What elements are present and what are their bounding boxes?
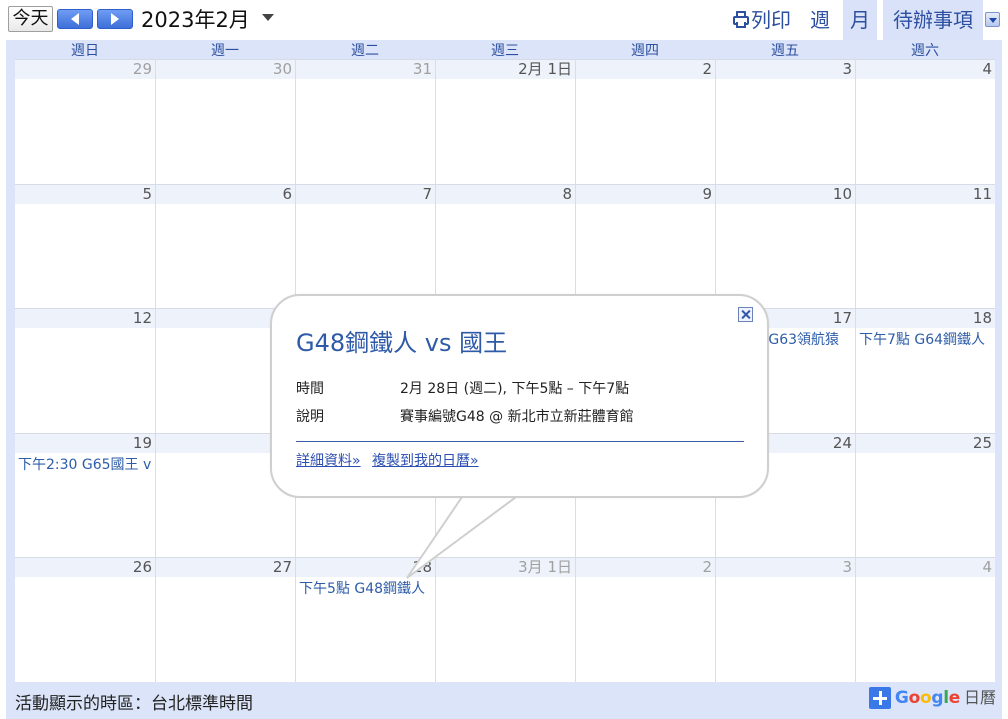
day-cell[interactable]: 11	[855, 184, 995, 309]
previous-month-button[interactable]	[57, 9, 93, 29]
calendar-event[interactable]: 下午2:30 G65國王 v	[15, 456, 155, 474]
next-month-button[interactable]	[97, 9, 133, 29]
timezone-text: 活動顯示的時區：台北標準時間	[15, 694, 253, 714]
day-cell[interactable]: 25	[855, 433, 995, 558]
day-number[interactable]: 19	[133, 434, 152, 453]
day-number[interactable]: 27	[273, 558, 292, 577]
print-label: 列印	[751, 8, 791, 32]
day-cell[interactable]: 12	[15, 309, 155, 433]
day-number[interactable]: 5	[142, 185, 152, 204]
day-cell[interactable]: 19 下午2:30 G65國王 v	[15, 433, 155, 558]
google-calendar-button[interactable]: Google 日曆	[868, 686, 996, 710]
chevron-left-icon	[71, 13, 79, 25]
day-cell[interactable]: 5	[15, 184, 155, 309]
weekday-wednesday: 週三	[491, 43, 519, 59]
weekday-tuesday: 週二	[351, 43, 379, 59]
weekday-sunday: 週日	[71, 43, 99, 59]
day-number[interactable]: 31	[413, 60, 432, 79]
day-number[interactable]: 29	[133, 60, 152, 79]
day-cell[interactable]: 10	[715, 184, 855, 309]
week-row-2: 5 6 7 8 9 10 11	[15, 183, 995, 309]
day-number[interactable]: 7	[422, 185, 432, 204]
day-number[interactable]: 2月 1日	[518, 60, 572, 79]
week-row-1: 29 30 31 2月 1日 2 3 4	[15, 59, 995, 184]
month-dropdown-icon[interactable]	[262, 14, 274, 21]
day-number[interactable]: 24	[833, 434, 852, 453]
day-cell[interactable]: 4	[855, 558, 995, 682]
popup-description-value: 賽事編號G48 @ 新北市立新莊體育館	[400, 409, 634, 425]
calendar-toolbar: 今天 2023年2月 列印 週 月 待辦事項	[0, 0, 1008, 40]
copy-to-calendar-link[interactable]: 複製到我的日曆»	[372, 453, 479, 469]
popup-description-label: 說明	[296, 409, 324, 425]
popup-divider	[296, 441, 744, 442]
day-number[interactable]: 10	[833, 185, 852, 204]
calendar-event[interactable]: 下午5點 G48鋼鐵人	[296, 580, 435, 598]
day-number[interactable]: 28	[413, 558, 432, 577]
day-number[interactable]: 17	[833, 309, 852, 328]
month-title: 2023年2月	[141, 8, 250, 32]
day-number[interactable]: 12	[133, 309, 152, 328]
popup-title: G48鋼鐵人 vs 國王	[296, 329, 508, 357]
week-row-5: 26 27 28 下午5點 G48鋼鐵人 3月 1日 2 3 4	[15, 557, 995, 682]
day-number[interactable]: 4	[982, 60, 992, 79]
weekday-saturday: 週六	[911, 43, 939, 59]
day-number[interactable]: 11	[973, 185, 992, 204]
day-cell[interactable]: 8	[435, 184, 575, 309]
calendar-footer: 活動顯示的時區：台北標準時間 Google 日曆	[6, 682, 1002, 719]
weekday-header: 週日 週一 週二 週三 週四 週五 週六	[15, 43, 995, 59]
day-cell[interactable]: 3	[715, 60, 855, 184]
popup-time-value: 2月 28日 (週二), 下午5點 – 下午7點	[400, 381, 630, 397]
weekday-thursday: 週四	[631, 43, 659, 59]
day-cell[interactable]: 29	[15, 60, 155, 184]
day-number[interactable]: 25	[973, 434, 992, 453]
printer-icon	[733, 11, 749, 29]
tab-agenda[interactable]: 待辦事項	[883, 0, 983, 40]
event-popup: G48鋼鐵人 vs 國王 時間 2月 28日 (週二), 下午5點 – 下午7點…	[270, 294, 769, 498]
day-cell[interactable]: 3	[715, 558, 855, 682]
view-dropdown-icon[interactable]	[985, 12, 1000, 27]
popup-time-label: 時間	[296, 381, 324, 397]
day-number[interactable]: 8	[562, 185, 572, 204]
weekday-monday: 週一	[211, 43, 239, 59]
day-number[interactable]: 3	[842, 60, 852, 79]
day-cell[interactable]: 7	[295, 184, 435, 309]
chevron-right-icon	[111, 13, 119, 25]
weekday-friday: 週五	[771, 43, 799, 59]
day-cell[interactable]: 27	[155, 558, 295, 682]
day-cell[interactable]: 2月 1日	[435, 60, 575, 184]
day-number[interactable]: 18	[973, 309, 992, 328]
day-cell[interactable]: 2	[575, 558, 715, 682]
tab-month[interactable]: 月	[843, 0, 877, 40]
day-cell[interactable]: 31	[295, 60, 435, 184]
day-number[interactable]: 6	[282, 185, 292, 204]
day-number[interactable]: 9	[702, 185, 712, 204]
plus-icon	[868, 687, 891, 709]
details-link[interactable]: 詳細資料»	[296, 453, 361, 469]
day-cell[interactable]: 18 下午7點 G64鋼鐵人	[855, 309, 995, 433]
day-cell[interactable]: 28 下午5點 G48鋼鐵人	[295, 558, 435, 682]
day-cell[interactable]: 6	[155, 184, 295, 309]
tab-week[interactable]: 週	[803, 0, 837, 40]
day-cell[interactable]: 30	[155, 60, 295, 184]
day-cell[interactable]: 3月 1日	[435, 558, 575, 682]
day-number[interactable]: 26	[133, 558, 152, 577]
day-number[interactable]: 2	[702, 558, 712, 577]
day-cell[interactable]: 2	[575, 60, 715, 184]
google-logo: Google	[894, 688, 960, 708]
day-number[interactable]: 2	[702, 60, 712, 79]
day-cell[interactable]: 4	[855, 60, 995, 184]
day-number[interactable]: 4	[982, 558, 992, 577]
popup-links: 詳細資料» 複製到我的日曆»	[296, 452, 486, 470]
calendar-event[interactable]: 下午7點 G64鋼鐵人	[856, 331, 995, 349]
calendar-label: 日曆	[963, 688, 996, 707]
day-number[interactable]: 3	[842, 558, 852, 577]
day-cell[interactable]: 9	[575, 184, 715, 309]
day-cell[interactable]: 26	[15, 558, 155, 682]
today-button[interactable]: 今天	[8, 6, 53, 32]
day-number[interactable]: 30	[273, 60, 292, 79]
calendar-app: 今天 2023年2月 列印 週 月 待辦事項 週日 週一 週二 週三 週四 週五…	[0, 0, 1008, 719]
day-number[interactable]: 3月 1日	[518, 558, 572, 577]
print-button[interactable]: 列印	[733, 7, 791, 33]
close-icon[interactable]	[738, 307, 753, 322]
